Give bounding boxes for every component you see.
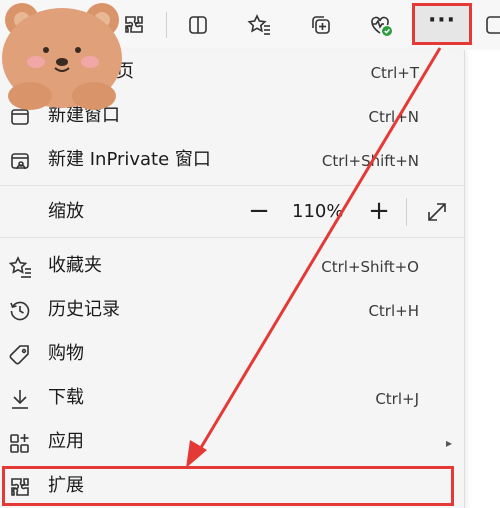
- menu-divider: [0, 237, 464, 238]
- extensions-highlight-box: [2, 466, 454, 506]
- menu-item-apps[interactable]: 应用 ▸: [0, 420, 464, 464]
- zoom-divider: [406, 198, 407, 226]
- menu-item-downloads[interactable]: 下载 Ctrl+J: [0, 376, 464, 420]
- menu-item-favorites[interactable]: 收藏夹 Ctrl+Shift+O: [0, 244, 464, 288]
- shortcut-text: Ctrl+Shift+N: [321, 152, 419, 170]
- bear-sticker-image: [0, 0, 140, 112]
- shortcut-text: Ctrl+N: [368, 108, 419, 126]
- menu-item-label: 下载: [48, 387, 84, 408]
- menu-item-history[interactable]: 历史记录 Ctrl+H: [0, 288, 464, 332]
- shortcut-text: Ctrl+Shift+O: [321, 258, 419, 276]
- menu-item-label: 应用: [48, 431, 84, 452]
- menu-item-label: 收藏夹: [48, 255, 102, 276]
- history-clock-icon: [8, 299, 32, 323]
- menu-item-shopping[interactable]: 购物: [0, 332, 464, 376]
- favorites-star-icon[interactable]: [243, 9, 275, 41]
- browser-essentials-heart-icon[interactable]: [365, 9, 397, 41]
- split-screen-icon[interactable]: [182, 9, 214, 41]
- zoom-level: 110%: [292, 201, 344, 222]
- shortcut-text: Ctrl+J: [375, 390, 419, 408]
- zoom-in-button[interactable]: +: [366, 196, 392, 226]
- download-icon: [8, 387, 32, 411]
- menu-item-zoom: 缩放 − 110% +: [0, 190, 464, 234]
- shortcut-text: Ctrl+H: [368, 302, 419, 320]
- menu-item-label: 新建 InPrivate 窗口: [48, 149, 211, 170]
- menu-item-label: 缩放: [48, 201, 84, 222]
- submenu-arrow-icon: ▸: [445, 436, 452, 450]
- fullscreen-expand-icon[interactable]: [424, 199, 450, 225]
- settings-and-more-button[interactable]: ···: [412, 3, 472, 45]
- menu-item-label: 历史记录: [48, 299, 120, 320]
- collections-icon[interactable]: [305, 9, 337, 41]
- shopping-tag-icon: [8, 343, 32, 367]
- shortcut-text: Ctrl+T: [370, 64, 419, 82]
- apps-grid-icon: [8, 431, 32, 455]
- toolbar-divider: [166, 12, 167, 38]
- inprivate-window-icon: [8, 149, 32, 173]
- menu-item-new-inprivate[interactable]: 新建 InPrivate 窗口 Ctrl+Shift+N: [0, 138, 464, 182]
- menu-divider: [0, 185, 464, 186]
- menu-item-label: 购物: [48, 343, 84, 364]
- favorites-star-icon: [8, 255, 32, 279]
- more-ellipsis-label: ···: [427, 7, 457, 33]
- settings-menu: 页 Ctrl+T 新建窗口 Ctrl+N 新建 InPrivate 窗口 Ctr…: [0, 50, 465, 508]
- zoom-out-button[interactable]: −: [246, 196, 272, 226]
- sidebar-toggle-icon[interactable]: [486, 14, 500, 36]
